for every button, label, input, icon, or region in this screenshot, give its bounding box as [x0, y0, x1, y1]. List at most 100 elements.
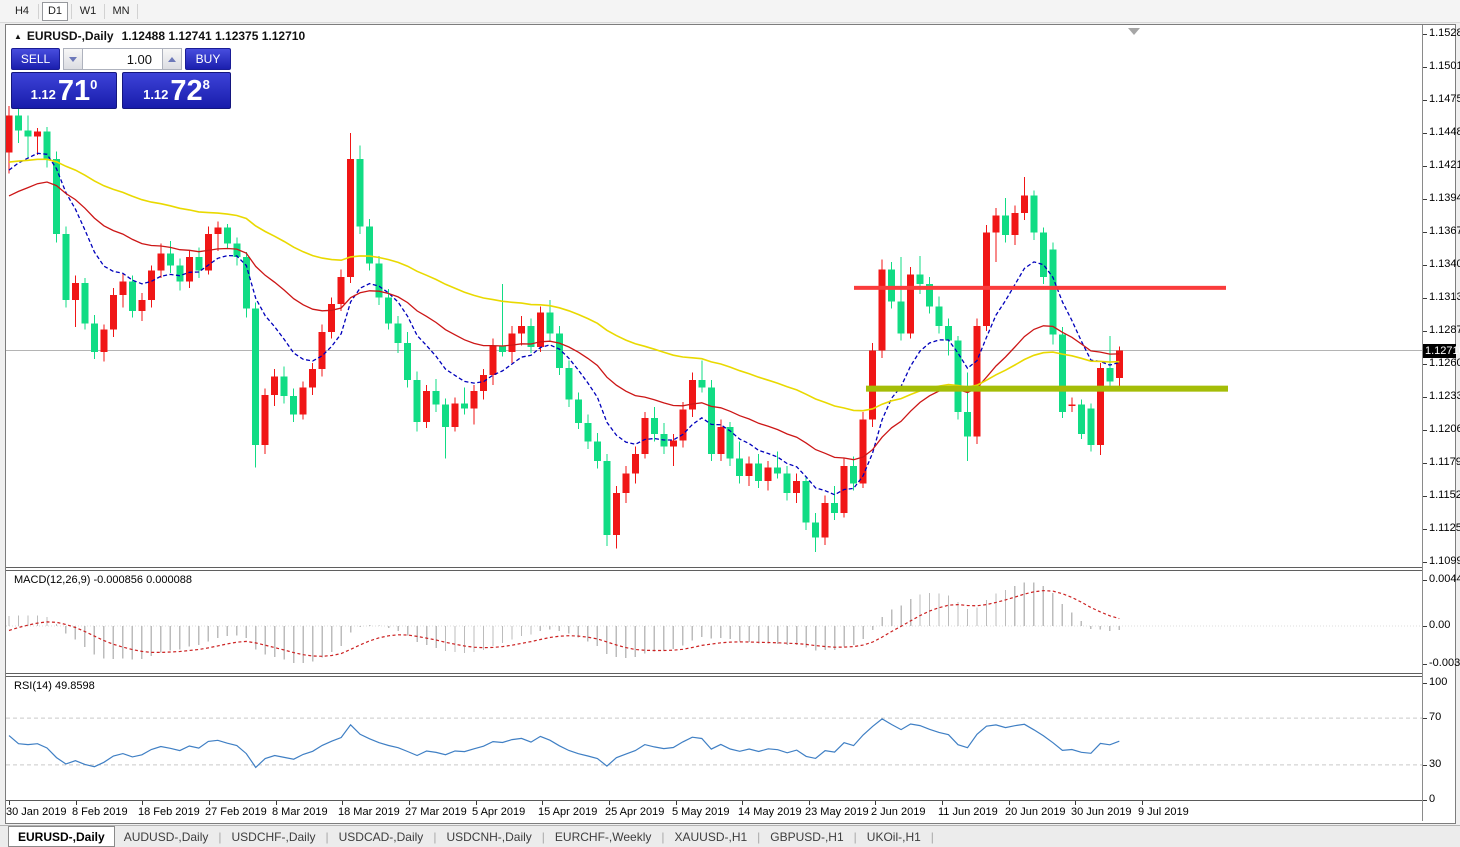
scale-tick — [1423, 298, 1427, 299]
tab-separator: | — [661, 830, 664, 844]
time-tick — [742, 801, 743, 805]
one-click-collapse-icon[interactable]: ▲ — [14, 32, 22, 41]
macd-tick-label: 0.00 — [1429, 619, 1450, 631]
chart-tab-usdcnh-daily[interactable]: USDCNH-,Daily — [437, 827, 540, 846]
toolbar-separator — [71, 4, 72, 19]
scale-tick — [1423, 800, 1427, 801]
time-tick — [875, 801, 876, 805]
chart-tab-xauusd-h1[interactable]: XAUUSD-,H1 — [665, 827, 756, 846]
panel-splitter-rsi[interactable] — [6, 673, 1422, 677]
price-tick-label: 1.13135 — [1429, 291, 1460, 303]
sell-price-display[interactable]: 1.12710 — [11, 72, 117, 109]
buy-button[interactable]: BUY — [185, 48, 231, 70]
tab-separator: | — [433, 830, 436, 844]
scale-tick — [1423, 430, 1427, 431]
macd-canvas[interactable] — [6, 571, 1422, 673]
time-tick-label: 30 Jun 2019 — [1071, 806, 1132, 818]
time-tick — [9, 801, 10, 805]
time-tick-label: 27 Feb 2019 — [205, 806, 267, 818]
rsi-tick-label: 70 — [1429, 711, 1441, 723]
panel-splitter-macd[interactable] — [6, 567, 1422, 571]
toolbar-separator — [104, 4, 105, 19]
sell-button[interactable]: SELL — [11, 48, 60, 70]
sell-price-big: 71 — [58, 77, 90, 106]
time-tick-label: 15 Apr 2019 — [538, 806, 597, 818]
rsi-tick-label: 30 — [1429, 758, 1441, 770]
time-tick — [676, 801, 677, 805]
timeframe-button-d1[interactable]: D1 — [42, 2, 68, 21]
rsi-tick-label: 100 — [1429, 676, 1447, 688]
scale-tick — [1423, 100, 1427, 101]
chart-shift-icon[interactable] — [1128, 28, 1140, 35]
chart-tab-usdchf-daily[interactable]: USDCHF-,Daily — [223, 827, 325, 846]
volume-input[interactable] — [83, 48, 162, 70]
time-tick — [276, 801, 277, 805]
price-tick-label: 1.11795 — [1429, 456, 1460, 468]
time-tick-label: 18 Feb 2019 — [138, 806, 200, 818]
volume-decrease-button[interactable] — [63, 48, 83, 70]
time-tick — [1075, 801, 1076, 805]
price-tick-label: 1.11525 — [1429, 489, 1460, 501]
time-tick-label: 18 Mar 2019 — [338, 806, 400, 818]
timeframe-button-w1[interactable]: W1 — [75, 2, 101, 21]
terminal-root: H4 D1 W1 MN ▲ EURUSD-,Daily 1.12488 1.12741 1… — [0, 0, 1460, 847]
scale-tick — [1423, 664, 1427, 665]
price-tick-label: 1.14210 — [1429, 159, 1460, 171]
tab-separator: | — [218, 830, 221, 844]
scale-tick — [1423, 580, 1427, 581]
time-tick — [1142, 801, 1143, 805]
time-tick — [209, 801, 210, 805]
time-tick-label: 5 May 2019 — [672, 806, 729, 818]
time-tick-label: 27 Mar 2019 — [405, 806, 467, 818]
price-tick-label: 1.14750 — [1429, 93, 1460, 105]
price-tick-label: 1.13675 — [1429, 225, 1460, 237]
time-tick-label: 14 May 2019 — [738, 806, 802, 818]
scale-tick — [1423, 166, 1427, 167]
time-tick-label: 30 Jan 2019 — [6, 806, 67, 818]
macd-tick-label: 0.004465 — [1429, 573, 1460, 585]
price-tick-label: 1.12065 — [1429, 423, 1460, 435]
time-tick-label: 25 Apr 2019 — [605, 806, 664, 818]
buy-price-display[interactable]: 1.12728 — [122, 72, 231, 109]
chart-symbol-period: EURUSD-,Daily — [27, 29, 114, 43]
volume-increase-button[interactable] — [162, 48, 182, 70]
chart-tab-gbpusd-h1[interactable]: GBPUSD-,H1 — [761, 827, 852, 846]
scale-tick — [1423, 34, 1427, 35]
scale-tick — [1423, 364, 1427, 365]
time-tick — [609, 801, 610, 805]
scale-tick — [1423, 765, 1427, 766]
tab-separator: | — [542, 830, 545, 844]
time-tick — [142, 801, 143, 805]
chart-tab-eurusd-daily[interactable]: EURUSD-,Daily — [8, 826, 115, 847]
toolbar-separator — [38, 4, 39, 19]
rsi-tick-label: 0 — [1429, 793, 1435, 805]
rsi-canvas[interactable] — [6, 677, 1422, 800]
price-tick-label: 1.15015 — [1429, 60, 1460, 72]
price-scale[interactable]: 1.152851.150151.147501.144801.142101.139… — [1422, 25, 1455, 821]
chart-tab-eurchf-weekly[interactable]: EURCHF-,Weekly — [546, 827, 660, 846]
timeframe-button-mn[interactable]: MN — [108, 2, 134, 21]
chart-tab-audusd-daily[interactable]: AUDUSD-,Daily — [115, 827, 218, 846]
scale-tick — [1423, 496, 1427, 497]
time-tick — [76, 801, 77, 805]
price-tick-label: 1.12600 — [1429, 357, 1460, 369]
current-price-badge: 1.12710 — [1423, 344, 1456, 358]
time-axis[interactable]: 30 Jan 20198 Feb 201918 Feb 201927 Feb 2… — [6, 800, 1422, 822]
chevron-up-icon — [168, 57, 176, 62]
scale-tick — [1423, 67, 1427, 68]
sell-price-sup: 0 — [90, 77, 97, 92]
chart-tab-usdcad-daily[interactable]: USDCAD-,Daily — [330, 827, 433, 846]
scale-tick — [1423, 133, 1427, 134]
tab-separator: | — [326, 830, 329, 844]
buy-price-prefix: 1.12 — [143, 87, 168, 102]
scale-tick — [1423, 265, 1427, 266]
time-tick-label: 8 Mar 2019 — [272, 806, 328, 818]
chart-tab-ukoil-h1[interactable]: UKOil-,H1 — [858, 827, 930, 846]
time-tick-label: 11 Jun 2019 — [938, 806, 998, 818]
scale-tick — [1423, 199, 1427, 200]
chart-ohlc-values: 1.12488 1.12741 1.12375 1.12710 — [122, 29, 306, 43]
time-tick — [409, 801, 410, 805]
timeframe-button-h4[interactable]: H4 — [9, 2, 35, 21]
price-tick-label: 1.15285 — [1429, 27, 1460, 39]
one-click-trading-panel: SELL BUY 1.12710 1.12728 — [11, 48, 233, 109]
